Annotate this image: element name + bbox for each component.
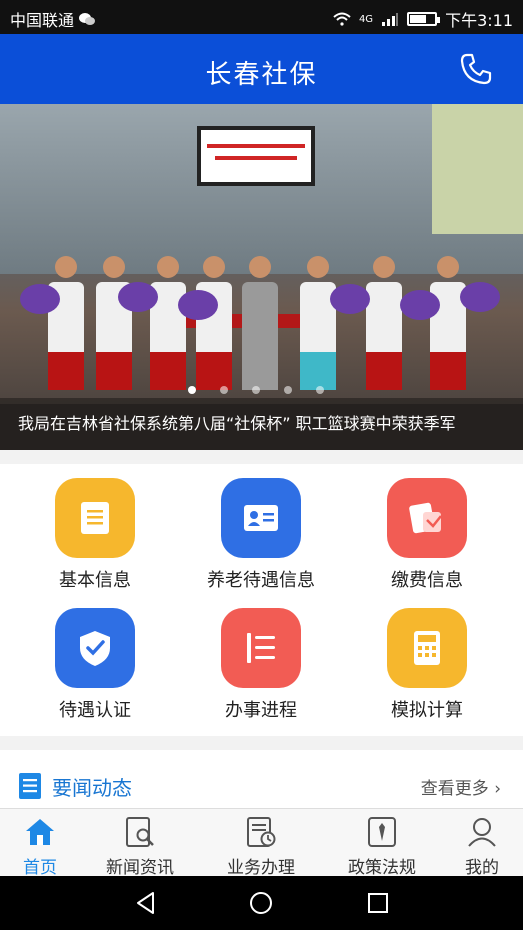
tab-business[interactable]: 业务办理 (209, 815, 313, 878)
tab-label: 首页 (23, 858, 57, 878)
card-payment-icon (387, 478, 467, 558)
banner-photo-player (96, 256, 132, 390)
service-grid: 基本信息 养老待遇信息 缴费信息 待遇认证 办事进程 模拟计算 (0, 464, 523, 736)
banner-photo-flowers (460, 282, 500, 312)
carousel-dot[interactable] (316, 386, 324, 394)
service-label: 待遇认证 (59, 700, 131, 721)
status-left: 中国联通 (10, 7, 96, 31)
id-card-icon (221, 478, 301, 558)
recent-apps-icon[interactable] (366, 891, 390, 915)
status-bar: 中国联通 4G 下午3:11 (0, 0, 523, 34)
wifi-icon (333, 12, 351, 26)
app-header: 长春社保 (0, 34, 523, 104)
service-basic-info[interactable]: 基本信息 (10, 464, 180, 591)
service-calculator[interactable]: 模拟计算 (342, 594, 512, 721)
tab-policy[interactable]: 政策法规 (330, 815, 434, 878)
carousel-indicator (188, 386, 324, 394)
phone-icon[interactable] (459, 52, 493, 86)
document-icon (55, 478, 135, 558)
business-clock-icon (247, 817, 276, 847)
service-benefit-certification[interactable]: 待遇认证 (10, 594, 180, 721)
page-title: 长春社保 (205, 60, 318, 90)
service-label: 缴费信息 (391, 570, 463, 591)
news-section-title: 要闻动态 (52, 776, 132, 800)
banner-photo-flowers (330, 284, 370, 314)
banner-photo-player (150, 256, 186, 390)
home-icon (26, 819, 54, 845)
home-circle-icon[interactable] (249, 891, 273, 915)
service-label: 办事进程 (225, 700, 297, 721)
banner-photo-flowers (118, 282, 158, 312)
wechat-notification-icon (79, 13, 96, 25)
clock-label: 下午3:11 (445, 11, 513, 30)
tab-news[interactable]: 新闻资讯 (88, 815, 192, 878)
signal-icon (382, 13, 399, 26)
policy-icon (368, 817, 396, 847)
shield-check-icon (55, 608, 135, 688)
status-right: 4G 下午3:11 (333, 7, 513, 31)
banner-caption[interactable]: 我局在吉林省社保系统第八届“社保杯” 职工篮球赛中荣获季军 (0, 398, 523, 450)
banner-photo-player (48, 256, 84, 390)
service-label: 养老待遇信息 (207, 570, 315, 591)
carousel-dot[interactable] (284, 386, 292, 394)
banner-photo-flowers (400, 290, 440, 320)
service-label: 模拟计算 (391, 700, 463, 721)
banner-photo-official (242, 256, 278, 390)
system-navigation-bar (0, 876, 523, 930)
see-more-link[interactable]: 查看更多 › (421, 774, 501, 799)
news-section-header: 要闻动态 查看更多 › (0, 750, 523, 810)
banner-photo-poster (432, 104, 523, 234)
battery-icon (407, 12, 441, 26)
back-icon[interactable] (134, 891, 158, 915)
see-more-label: 查看更多 (420, 779, 489, 799)
carousel-dot[interactable] (220, 386, 228, 394)
banner-carousel[interactable]: 我局在吉林省社保系统第八届“社保杯” 职工篮球赛中荣获季军 (0, 104, 523, 450)
banner-photo-screen (197, 126, 315, 186)
tab-label: 我的 (465, 858, 499, 878)
news-search-icon (126, 817, 154, 847)
banner-photo-player (430, 256, 466, 390)
banner-photo-player (196, 256, 232, 390)
banner-photo-player (366, 256, 402, 390)
tab-home[interactable]: 首页 (0, 815, 92, 878)
banner-photo-flowers (178, 290, 218, 320)
carousel-dot[interactable] (188, 386, 196, 394)
news-list-icon (19, 773, 41, 799)
tab-profile[interactable]: 我的 (430, 815, 523, 878)
network-type-label: 4G (358, 13, 374, 25)
progress-list-icon (221, 608, 301, 688)
banner-photo-flowers (20, 284, 60, 314)
service-progress[interactable]: 办事进程 (176, 594, 346, 721)
service-payment-info[interactable]: 缴费信息 (342, 464, 512, 591)
profile-icon (468, 818, 496, 847)
service-pension-info[interactable]: 养老待遇信息 (176, 464, 346, 591)
tab-label: 新闻资讯 (106, 858, 174, 878)
banner-photo-player (300, 256, 336, 390)
chevron-right-icon: › (494, 779, 501, 799)
bottom-tab-bar: 首页 新闻资讯 业务办理 政策法规 我的 (0, 808, 523, 878)
calculator-icon (387, 608, 467, 688)
carousel-dot[interactable] (252, 386, 260, 394)
service-label: 基本信息 (59, 570, 131, 591)
carrier-label: 中国联通 (10, 11, 75, 30)
tab-label: 政策法规 (348, 858, 416, 878)
tab-label: 业务办理 (227, 858, 295, 878)
